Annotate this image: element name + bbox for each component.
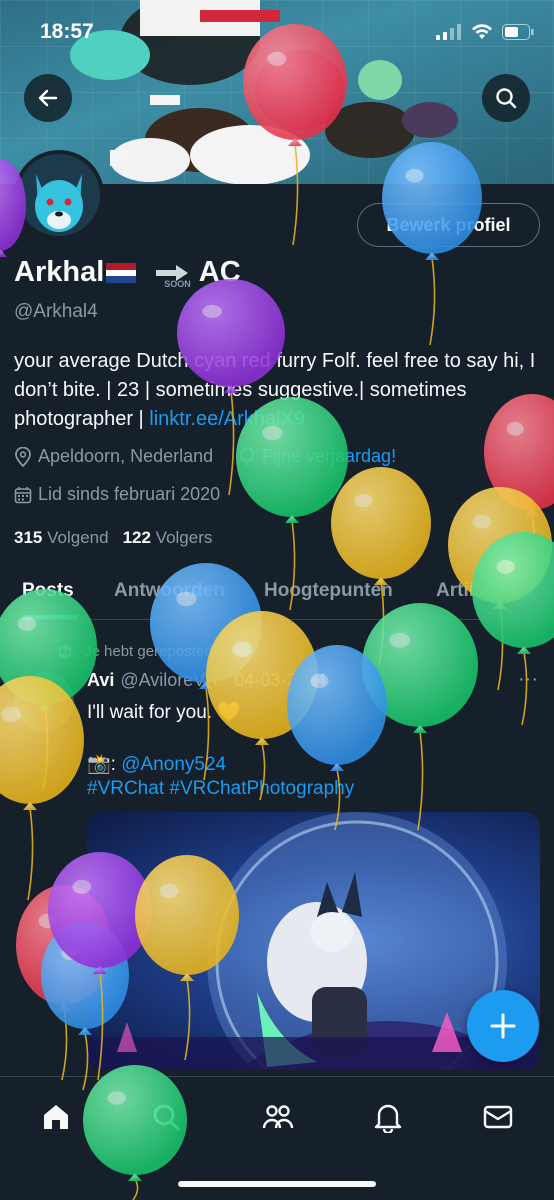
bio-link[interactable]: linktr.ee/ArkhalX9 (149, 408, 305, 430)
repost-label: Je hebt gereposted (84, 643, 213, 660)
tab-posts[interactable]: Posts (22, 580, 74, 602)
repost-icon (59, 643, 71, 660)
balloon-icon (240, 446, 254, 466)
home-icon (44, 1105, 68, 1129)
plus-icon (490, 1013, 516, 1039)
following-link[interactable]: 315 Volgend (14, 528, 109, 548)
following-label: Volgend (47, 528, 109, 547)
tweet-hashtag-links[interactable]: #VRChat #VRChatPhotography (87, 778, 354, 799)
profile-handle: @Arkhal4 (14, 301, 98, 322)
nav-communities[interactable] (258, 1097, 298, 1137)
followers-count: 122 (122, 528, 151, 547)
joined-text: Lid sinds februari 2020 (38, 484, 221, 504)
display-name-suffix: AC (198, 256, 241, 288)
wolf-avatar-image (18, 154, 100, 236)
birthday-text[interactable]: Fijne verjaardag! (262, 446, 396, 467)
communities-icon (262, 1105, 294, 1129)
nav-notifications[interactable] (368, 1097, 408, 1137)
back-button[interactable] (24, 74, 72, 122)
bottom-navigation (0, 1076, 554, 1200)
tweet-text-line-2: 📸: @Anony524 (87, 752, 226, 776)
location-row: Apeldoorn, Nederland (14, 446, 213, 467)
search-icon (153, 1104, 180, 1131)
profile-tabs: Posts Antwoorden Hoogtepunten Artikelen (0, 568, 554, 620)
joined-row: Lid sinds februari 2020 (14, 484, 220, 505)
following-count: 315 (14, 528, 43, 547)
tweet-header: Avi @AviloreVR · 04-03-2024 (87, 670, 326, 691)
tab-replies[interactable]: Antwoorden (114, 580, 225, 602)
birthday-row[interactable]: Fijne verjaardag! (238, 446, 396, 467)
tab-highlights[interactable]: Hoogtepunten (264, 580, 393, 602)
profile-avatar[interactable] (14, 150, 104, 240)
tweet-author-meta: @AviloreVR · 04-03-2024 (120, 670, 327, 690)
tweet-author-name[interactable]: Avi (87, 670, 114, 691)
search-icon (496, 88, 517, 109)
status-time: 18:57 (40, 20, 94, 43)
nav-search[interactable] (146, 1097, 186, 1137)
search-button[interactable] (482, 74, 530, 122)
tweet-hashtags: #VRChat #VRChatPhotography (87, 778, 354, 800)
display-name-row: Arkhal SOON AC (14, 256, 241, 289)
tweet-photo-credit: 📸: (87, 754, 122, 775)
followers-link[interactable]: 122 Volgers (123, 528, 213, 548)
follow-stats: 315 Volgend 122 Volgers (14, 528, 212, 548)
tweet-mention-link[interactable]: @Anony524 (121, 754, 226, 775)
followers-label: Volgers (155, 528, 213, 547)
calendar-icon (14, 486, 32, 503)
mail-icon (483, 1105, 513, 1129)
status-bar: 18:57 (0, 0, 554, 64)
netherlands-flag-icon (106, 262, 137, 283)
location-pin-icon (15, 446, 31, 467)
active-tab-indicator (22, 615, 78, 619)
battery-icon (502, 24, 534, 40)
edit-profile-button[interactable]: Bewerk profiel (357, 203, 540, 247)
wifi-icon (472, 24, 492, 39)
arrow-left-icon (38, 89, 58, 107)
location-text: Apeldoorn, Nederland (38, 446, 214, 466)
repost-indicator: Je hebt gereposted (56, 643, 212, 660)
nav-messages[interactable] (478, 1097, 518, 1137)
tab-articles[interactable]: Artikelen (436, 580, 517, 602)
balloon (472, 532, 554, 726)
bell-icon (374, 1104, 402, 1133)
soon-label: SOON (164, 278, 191, 289)
balloon (362, 603, 478, 831)
status-icons (436, 24, 534, 40)
tweet-more-button[interactable]: ··· (518, 668, 538, 691)
balloon (331, 467, 431, 666)
profile-bio: your average Dutch cyan red furry Folf. … (14, 347, 544, 434)
tweet-text-line-1: I'll wait for you. 💛 (87, 702, 241, 723)
home-indicator (178, 1181, 376, 1187)
nav-home[interactable] (36, 1097, 76, 1137)
cellular-signal-icon (436, 24, 461, 40)
display-name: Arkhal (14, 256, 105, 288)
tweet-author-avatar[interactable] (14, 672, 74, 732)
compose-button[interactable] (467, 990, 539, 1062)
